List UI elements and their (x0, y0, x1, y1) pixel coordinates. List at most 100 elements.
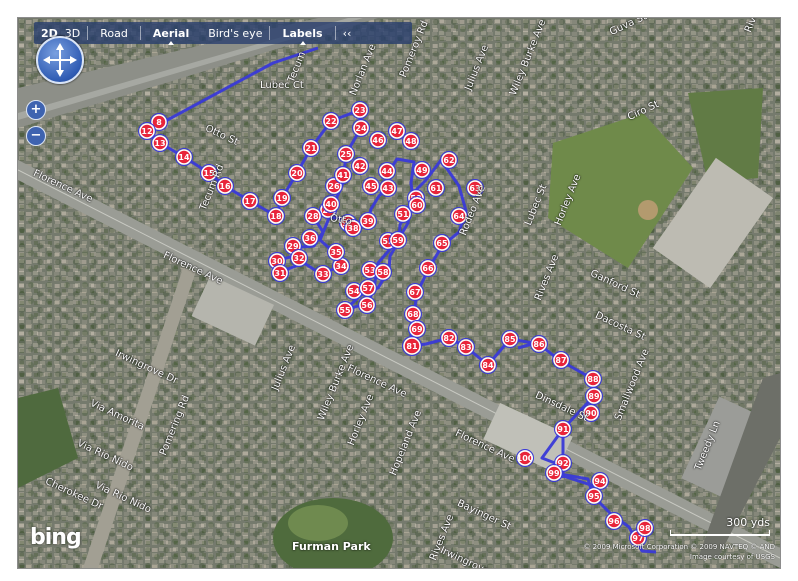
route-marker[interactable]: 21 (302, 139, 320, 157)
route-marker-label: 25 (340, 150, 352, 159)
route-marker[interactable]: 14 (175, 148, 193, 166)
route-marker[interactable]: 88 (584, 370, 602, 388)
route-marker-label: 95 (588, 492, 600, 501)
route-marker[interactable]: 89 (585, 387, 603, 405)
route-marker-label: 17 (244, 197, 255, 206)
route-marker[interactable]: 87 (552, 351, 570, 369)
route-marker[interactable]: 69 (408, 320, 426, 338)
route-marker[interactable]: 94 (591, 472, 609, 490)
route-marker[interactable]: 82 (440, 329, 458, 347)
route-marker[interactable]: 35 (327, 243, 345, 261)
route-marker[interactable]: 96 (605, 512, 623, 530)
route-marker[interactable]: 20 (288, 164, 306, 182)
road-view-button[interactable]: Road (88, 27, 140, 40)
route-marker[interactable]: 46 (369, 131, 387, 149)
route-marker-label: 36 (304, 234, 316, 243)
route-marker[interactable]: 31 (271, 264, 289, 282)
route-marker-label: 55 (339, 306, 351, 315)
route-marker[interactable]: 18 (267, 207, 285, 225)
route-marker-label: 48 (405, 137, 417, 146)
route-marker[interactable]: 81 (402, 336, 422, 356)
route-marker[interactable]: 45 (362, 177, 380, 195)
route-marker[interactable]: 44 (378, 162, 396, 180)
map-frame[interactable]: 8121314151617181920212223242526272829303… (17, 17, 781, 569)
route-marker[interactable]: 17 (241, 192, 259, 210)
route-marker[interactable]: 33 (314, 265, 332, 283)
route-marker[interactable]: 66 (419, 259, 437, 277)
route-marker[interactable]: 85 (501, 330, 519, 348)
route-marker-label: 54 (348, 287, 360, 296)
route-marker[interactable]: 99 (545, 464, 563, 482)
zoom-out-button[interactable]: − (26, 126, 46, 146)
aerial-map[interactable]: 8121314151617181920212223242526272829303… (18, 18, 780, 568)
copyright-line: Image courtesy of USGS (689, 553, 775, 561)
route-marker[interactable]: 13 (151, 134, 169, 152)
route-marker[interactable]: 68 (404, 305, 422, 323)
route-marker[interactable]: 12 (138, 122, 156, 140)
route-marker[interactable]: 56 (358, 296, 376, 314)
birds-eye-view-button[interactable]: Bird's eye (201, 27, 269, 40)
bing-logo[interactable]: bing (30, 525, 82, 550)
pan-compass[interactable] (36, 36, 84, 84)
route-marker-label: 53 (364, 266, 375, 275)
route-marker-label: 24 (355, 124, 367, 133)
route-marker-label: 81 (406, 342, 418, 351)
route-marker[interactable]: 57 (359, 279, 377, 297)
route-marker-label: 45 (365, 182, 377, 191)
route-marker-label: 18 (270, 212, 282, 221)
route-marker-label: 46 (372, 136, 384, 145)
route-marker[interactable]: 65 (433, 234, 451, 252)
route-marker-label: 22 (325, 117, 336, 126)
route-marker[interactable]: 40 (322, 195, 340, 213)
route-marker-label: 35 (330, 248, 342, 257)
route-marker[interactable]: 28 (304, 207, 322, 225)
route-marker[interactable]: 62 (440, 151, 458, 169)
route-marker[interactable]: 42 (351, 157, 369, 175)
route-marker[interactable]: 67 (406, 283, 424, 301)
route-marker-label: 85 (504, 335, 516, 344)
route-marker[interactable]: 55 (336, 301, 354, 319)
route-marker[interactable]: 25 (337, 145, 355, 163)
route-marker[interactable]: 91 (554, 420, 572, 438)
scale-bar (670, 530, 770, 536)
route-marker-label: 62 (443, 156, 454, 165)
route-marker[interactable]: 41 (334, 166, 352, 184)
route-marker[interactable]: 32 (290, 249, 308, 267)
park-label: Furman Park (292, 540, 371, 553)
route-marker[interactable]: 58 (374, 263, 392, 281)
route-marker-label: 59 (392, 236, 404, 245)
route-marker[interactable]: 86 (530, 335, 548, 353)
route-marker[interactable]: 84 (479, 356, 497, 374)
route-marker-label: 41 (337, 171, 349, 180)
route-marker[interactable]: 43 (379, 179, 397, 197)
route-marker[interactable]: 60 (408, 196, 426, 214)
route-marker-label: 61 (430, 184, 442, 193)
route-marker-label: 26 (328, 182, 340, 191)
route-marker[interactable]: 47 (388, 122, 406, 140)
route-marker[interactable]: 48 (402, 132, 420, 150)
route-marker-label: 69 (411, 325, 423, 334)
route-marker[interactable]: 61 (427, 179, 445, 197)
route-marker-label: 68 (407, 310, 419, 319)
route-marker[interactable]: 100 (516, 449, 534, 467)
route-marker-label: 88 (587, 375, 599, 384)
route-marker[interactable]: 83 (457, 338, 475, 356)
labels-toggle-button[interactable]: Labels (270, 27, 334, 45)
route-marker[interactable]: 39 (359, 212, 377, 230)
route-marker[interactable]: 59 (389, 231, 407, 249)
route-marker-label: 23 (354, 106, 365, 115)
route-marker[interactable]: 24 (352, 119, 370, 137)
route-marker-label: 32 (293, 254, 304, 263)
route-marker[interactable]: 95 (585, 487, 603, 505)
route-marker-label: 47 (391, 127, 402, 136)
route-marker-label: 21 (305, 144, 317, 153)
collapse-toolbar-icon[interactable]: ‹‹ (336, 27, 359, 40)
route-marker[interactable]: 36 (301, 229, 319, 247)
zoom-in-button[interactable]: + (26, 100, 46, 120)
route-marker-label: 16 (219, 182, 231, 191)
route-marker[interactable]: 19 (273, 189, 291, 207)
route-marker[interactable]: 49 (413, 161, 431, 179)
route-marker[interactable]: 23 (351, 101, 369, 119)
route-marker[interactable]: 22 (322, 112, 340, 130)
aerial-view-button[interactable]: Aerial (141, 27, 201, 45)
